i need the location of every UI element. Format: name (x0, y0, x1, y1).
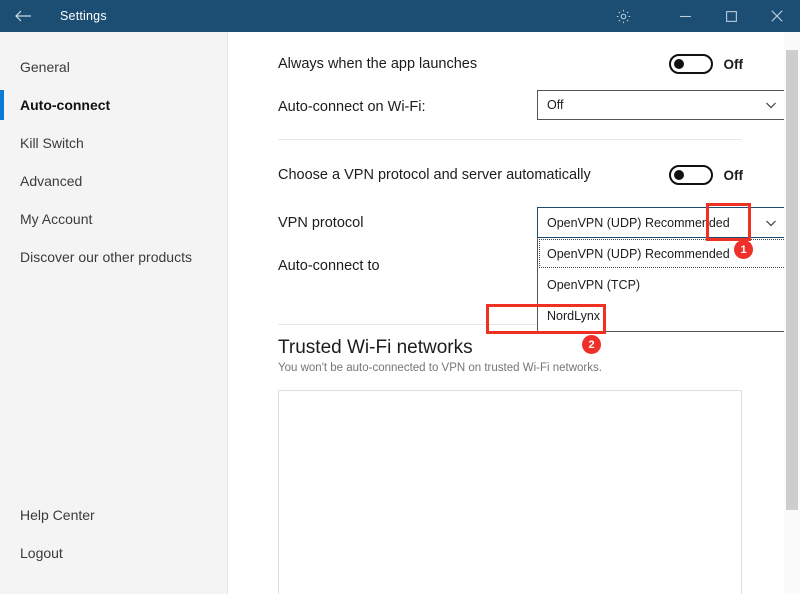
maximize-icon[interactable] (708, 0, 754, 32)
back-arrow-icon[interactable] (0, 0, 46, 32)
choose-protocol-label: Choose a VPN protocol and server automat… (278, 167, 591, 183)
always-launch-toggle-wrap[interactable]: Off (668, 54, 744, 74)
choose-protocol-toggle-state: Off (723, 167, 744, 183)
content-scrollbar[interactable] (784, 32, 800, 594)
always-launch-label: Always when the app launches (278, 56, 478, 72)
annotation-badge-2: 2 (582, 335, 601, 354)
dropdown-option-label: NordLynx (547, 308, 601, 323)
dropdown-option-label: OpenVPN (TCP) (547, 277, 641, 292)
choose-protocol-toggle[interactable] (668, 165, 713, 185)
toggle-knob (673, 59, 684, 69)
window-titlebar: Settings (0, 0, 800, 32)
row-choose-vpn-protocol-auto: Choose a VPN protocol and server automat… (278, 163, 743, 187)
sidebar-item-label: Kill Switch (20, 135, 84, 151)
chevron-down-icon[interactable] (763, 215, 779, 231)
dropdown-option-openvpn-tcp[interactable]: OpenVPN (TCP) (538, 269, 789, 300)
scrollbar-thumb[interactable] (786, 50, 798, 510)
always-launch-toggle-state: Off (723, 56, 744, 72)
vpn-protocol-select[interactable]: OpenVPN (UDP) Recommended (537, 207, 790, 238)
sidebar-item-general[interactable]: General (0, 48, 228, 86)
annotation-badge-1: 1 (734, 240, 753, 259)
sidebar-item-logout[interactable]: Logout (0, 534, 228, 572)
sidebar-item-advanced[interactable]: Advanced (0, 162, 228, 200)
trusted-wifi-subtitle: You won't be auto-connected to VPN on tr… (278, 362, 602, 374)
row-always-when-app-launches: Always when the app launches Off (278, 52, 743, 76)
sidebar-nav-top: General Auto-connect Kill Switch Advance… (0, 48, 228, 276)
wifi-autoconnect-label: Auto-connect on Wi-Fi: (278, 99, 426, 115)
dropdown-option-nordlynx[interactable]: NordLynx (538, 300, 789, 331)
toggle-knob (673, 170, 684, 180)
sidebar-item-my-account[interactable]: My Account (0, 200, 228, 238)
choose-protocol-toggle-wrap[interactable]: Off (668, 165, 744, 185)
sidebar-item-discover-products[interactable]: Discover our other products (0, 238, 228, 276)
wifi-autoconnect-select[interactable]: Off (537, 90, 790, 120)
chevron-down-icon (763, 97, 779, 113)
sidebar-item-label: General (20, 59, 70, 75)
trusted-wifi-title: Trusted Wi-Fi networks (278, 337, 473, 358)
trusted-wifi-list-box[interactable] (278, 390, 742, 594)
close-icon[interactable] (754, 0, 800, 32)
settings-content-panel: Always when the app launches Off Auto-co… (229, 32, 800, 594)
sidebar-item-label: Advanced (20, 173, 83, 189)
sidebar-item-auto-connect[interactable]: Auto-connect (0, 86, 228, 124)
sidebar-item-label: Logout (20, 545, 63, 561)
sidebar-nav-bottom: Help Center Logout (0, 496, 228, 572)
wifi-autoconnect-value: Off (547, 98, 564, 112)
minimize-icon[interactable] (662, 0, 708, 32)
dropdown-option-label: OpenVPN (UDP) Recommended (547, 246, 730, 261)
sidebar-item-label: Discover our other products (20, 249, 192, 265)
sidebar-item-label: My Account (20, 211, 93, 227)
always-launch-toggle[interactable] (668, 54, 713, 74)
window-title: Settings (60, 9, 107, 23)
gear-icon[interactable] (600, 0, 646, 32)
vpn-protocol-value: OpenVPN (UDP) Recommended (547, 215, 730, 230)
divider-1 (278, 139, 742, 140)
sidebar-item-label: Help Center (20, 507, 95, 523)
settings-window: Settings General Auto-connect Kill Switc… (0, 0, 800, 594)
autoconnect-to-label: Auto-connect to (278, 258, 380, 274)
sidebar: General Auto-connect Kill Switch Advance… (0, 32, 228, 594)
sidebar-item-help-center[interactable]: Help Center (0, 496, 228, 534)
sidebar-item-label: Auto-connect (20, 97, 111, 113)
sidebar-item-kill-switch[interactable]: Kill Switch (0, 124, 228, 162)
vpn-protocol-label: VPN protocol (278, 215, 364, 231)
